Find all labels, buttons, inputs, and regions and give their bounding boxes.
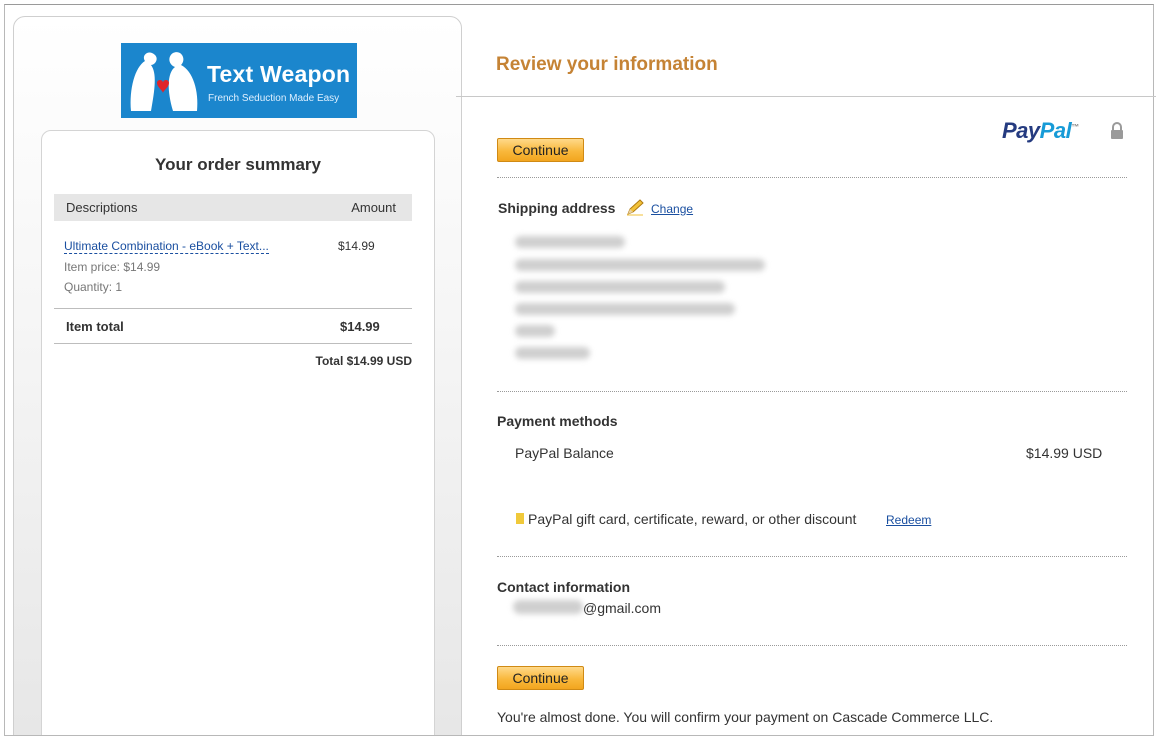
- continue-button-bottom[interactable]: Continue: [497, 666, 584, 690]
- section-divider: [497, 177, 1127, 178]
- item-total-value: $14.99: [340, 319, 380, 334]
- item-quantity: Quantity: 1: [64, 280, 123, 294]
- contact-info-label: Contact information: [497, 579, 630, 595]
- item-price: Item price: $14.99: [64, 260, 161, 274]
- shipping-address-blurred: [515, 303, 735, 315]
- page-title: Review your information: [496, 54, 718, 75]
- confirmation-note: You're almost done. You will confirm you…: [497, 709, 994, 725]
- section-divider: [497, 391, 1127, 392]
- gift-card-text: PayPal gift card, certificate, reward, o…: [528, 511, 857, 527]
- gift-card-icon: [516, 513, 524, 524]
- col-amount: Amount: [351, 200, 396, 215]
- shipping-address-label: Shipping address: [498, 200, 616, 216]
- panel-top-border: [456, 96, 1156, 97]
- shipping-address-blurred: [515, 347, 590, 359]
- shipping-address-blurred: [515, 281, 725, 293]
- item-amount: $14.99: [338, 239, 375, 253]
- pencil-icon: [627, 199, 644, 216]
- payment-currency: USD: [1072, 445, 1103, 461]
- payment-amount-value: $14.99: [1026, 445, 1069, 461]
- continue-button[interactable]: Continue: [497, 138, 584, 162]
- lock-icon: [1111, 122, 1123, 139]
- shipping-address-blurred: [515, 236, 625, 248]
- paypal-logo: PayPal™: [1002, 118, 1079, 144]
- payment-method-name: PayPal Balance: [515, 445, 614, 461]
- merchant-logo: Text Weapon French Seduction Made Easy: [121, 43, 357, 118]
- section-divider: [497, 645, 1127, 646]
- left-panel: Text Weapon French Seduction Made Easy Y…: [13, 16, 462, 735]
- paypal-logo-tm: ™: [1071, 122, 1079, 132]
- summary-title: Your order summary: [155, 155, 321, 174]
- redeem-link[interactable]: Redeem: [886, 513, 931, 527]
- payment-methods-label: Payment methods: [497, 413, 618, 429]
- couple-logo-icon: [130, 52, 198, 111]
- summary-divider: [54, 308, 412, 309]
- paypal-logo-pal: Pal: [1039, 118, 1072, 143]
- email-blurred: [513, 600, 583, 614]
- item-total-label: Item total: [66, 319, 124, 334]
- shipping-address-blurred: [515, 325, 555, 337]
- grand-total: Total $14.99 USD: [315, 354, 412, 368]
- item-name-link[interactable]: Ultimate Combination - eBook + Text...: [64, 239, 269, 254]
- summary-divider: [54, 343, 412, 344]
- page-frame: Text Weapon French Seduction Made Easy Y…: [4, 4, 1154, 736]
- paypal-logo-pay: Pay: [1002, 118, 1040, 143]
- section-divider: [497, 556, 1127, 557]
- contact-email: @gmail.com: [583, 600, 662, 616]
- logo-subtitle: French Seduction Made Easy: [208, 93, 340, 104]
- payment-amount: $14.99 USD: [1026, 445, 1102, 461]
- order-summary: Your order summary Descriptions Amount U…: [41, 130, 435, 735]
- shipping-address-blurred: [515, 259, 765, 271]
- summary-header: Descriptions Amount: [54, 194, 412, 221]
- change-address-link[interactable]: Change: [651, 202, 693, 216]
- col-descriptions: Descriptions: [66, 200, 138, 215]
- logo-title: Text Weapon: [207, 61, 351, 87]
